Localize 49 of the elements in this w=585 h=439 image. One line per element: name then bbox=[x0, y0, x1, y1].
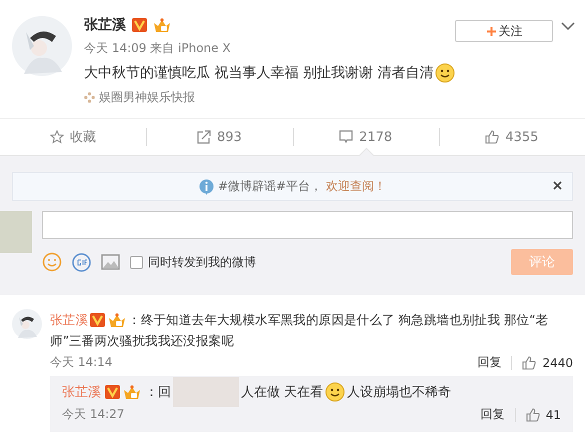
reply-text: 人在做 天在看 bbox=[241, 384, 324, 401]
share-icon bbox=[196, 130, 211, 144]
crown-icon bbox=[123, 384, 141, 400]
reply-text: 人设崩塌也不稀奇 bbox=[347, 384, 452, 401]
gif-icon[interactable] bbox=[72, 252, 91, 272]
blurred-avatar bbox=[0, 211, 32, 253]
checkbox-label: 同时转发到我的微博 bbox=[148, 254, 256, 270]
source-link[interactable]: 娱圈男神娱乐快报 bbox=[99, 89, 195, 106]
smiley-icon[interactable] bbox=[42, 252, 62, 272]
post-meta: 今天 14:09 来自 iPhone X bbox=[84, 40, 232, 57]
like-count: 41 bbox=[546, 408, 561, 422]
like-count: 2440 bbox=[542, 356, 573, 370]
thumbs-up-icon bbox=[522, 356, 536, 370]
reply-author[interactable]: 张芷溪 bbox=[62, 383, 101, 401]
comment-time: 今天 14:14 bbox=[50, 354, 112, 371]
crown-icon bbox=[153, 18, 171, 32]
verified-badge-icon bbox=[105, 384, 120, 398]
follow-button[interactable]: 关注 bbox=[455, 20, 553, 42]
chevron-down-icon[interactable] bbox=[561, 22, 575, 30]
reply-button[interactable]: 回复 bbox=[470, 406, 515, 423]
verified-badge-icon bbox=[90, 313, 106, 328]
avatar[interactable] bbox=[12, 16, 72, 76]
notice-text: #微博辟谣#平台， bbox=[218, 178, 322, 195]
avatar[interactable] bbox=[12, 309, 42, 339]
plus-icon bbox=[486, 26, 496, 36]
notice-link[interactable]: 欢迎查阅！ bbox=[326, 178, 386, 195]
reply-button[interactable]: 回复 bbox=[467, 354, 512, 371]
star-icon bbox=[50, 130, 64, 144]
star-button[interactable]: 收藏 bbox=[0, 119, 146, 155]
thumbs-up-icon bbox=[485, 130, 500, 144]
comment-input[interactable] bbox=[42, 211, 573, 239]
smiley-icon bbox=[435, 63, 456, 83]
comment-author[interactable]: 张芷溪 bbox=[50, 312, 88, 327]
reply-time: 今天 14:27 bbox=[62, 406, 124, 423]
info-icon bbox=[198, 178, 214, 194]
crown-icon bbox=[108, 313, 126, 328]
smiley-icon bbox=[325, 382, 346, 402]
repost-button[interactable]: 893 bbox=[146, 119, 292, 155]
post-text: 大中秋节的谨慎吃瓜 祝当事人幸福 别扯我谢谢 清者自清 bbox=[84, 64, 434, 82]
thumbs-up-icon bbox=[526, 408, 540, 422]
comment-icon bbox=[339, 130, 354, 144]
author-name[interactable]: 张芷溪 bbox=[84, 16, 126, 34]
reply-prefix: ：回 bbox=[145, 384, 171, 401]
checkbox[interactable] bbox=[130, 256, 143, 268]
comment-text: 张芷溪 ：终于知道去年大规模水军黑我的原因是什么了 狗急跳墙也别扯我 那位“老师”三番两次骚扰我我还没报案呢 bbox=[50, 311, 550, 350]
like-button[interactable]: 4355 bbox=[438, 119, 585, 155]
flower-icon bbox=[84, 92, 95, 103]
image-icon[interactable] bbox=[101, 254, 120, 270]
blurred-mask bbox=[173, 377, 239, 407]
